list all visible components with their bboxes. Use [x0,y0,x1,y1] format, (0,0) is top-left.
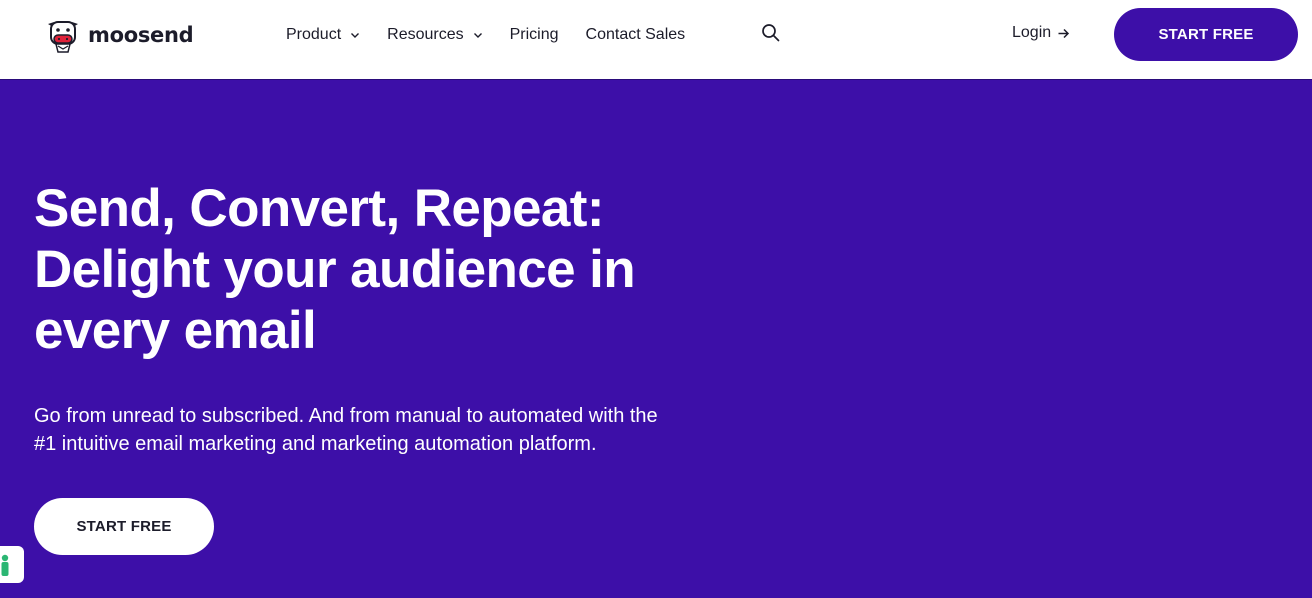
hero-subtitle-line: Go from unread to subscribed. And from m… [34,405,658,427]
nav-item-product[interactable]: Product [286,26,360,44]
top-navbar: moosend Product Resources Pricing Contac… [0,0,1312,80]
chevron-down-icon [473,33,482,38]
nav-item-pricing[interactable]: Pricing [510,26,559,44]
login-link[interactable]: Login [1012,24,1070,42]
hero-title-line: every email [34,301,317,360]
nav-item-contact-sales[interactable]: Contact Sales [586,26,686,44]
nav-item-label: Resources [387,26,464,43]
start-free-button-nav[interactable]: START FREE [1114,8,1298,61]
main-nav: Product Resources Pricing Contact Sales [286,22,685,48]
login-label: Login [1012,24,1052,41]
hero-title-line: Delight your audience in [34,240,636,299]
moosend-logo[interactable]: moosend [44,15,194,55]
accessibility-person-icon [1,554,9,576]
brand-name: moosend [88,23,194,47]
arrow-right-icon [1058,28,1070,38]
nav-item-label: Pricing [509,26,559,43]
hero-subtitle-line: #1 intuitive email marketing and marketi… [34,433,597,455]
nav-item-label: Product [286,26,342,43]
accessibility-widget-button[interactable] [0,546,24,583]
start-free-button-hero[interactable]: START FREE [34,498,214,555]
chevron-down-icon [351,33,360,38]
cow-mascot-icon [48,21,78,53]
search-button[interactable] [760,22,782,44]
search-icon [762,24,780,42]
hero-subtitle: Go from unread to subscribed. And from m… [34,402,774,458]
hero-title-line: Send, Convert, Repeat: [34,179,605,238]
nav-item-resources[interactable]: Resources [387,26,482,44]
hero-title: Send, Convert, Repeat: Delight your audi… [34,178,754,361]
nav-item-label: Contact Sales [585,26,686,43]
